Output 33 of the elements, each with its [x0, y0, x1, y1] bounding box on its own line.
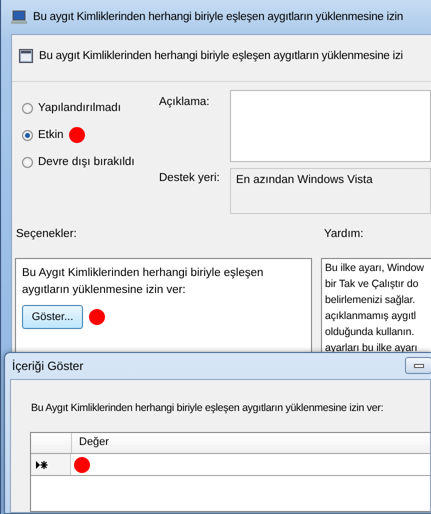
window-title: Bu aygıt Kimliklerinden herhangi biriyle eşleşen aygıtların yüklenmesine izin [33, 11, 404, 23]
column-header[interactable]: Değer [72, 433, 109, 453]
computer-icon [11, 10, 27, 24]
minimize-icon [414, 364, 424, 368]
radio-button[interactable] [22, 156, 33, 168]
marker-dot-icon [89, 309, 105, 325]
help-text-line: olduğunda kullanın. [325, 325, 416, 340]
help-text-line: belirlemenizi sağlar. [325, 293, 416, 308]
dialog-title: İçeriği Göster [12, 359, 84, 373]
new-row-icon [36, 460, 48, 468]
help-label: Yardım: [324, 228, 364, 240]
options-text: Bu Aygıt Kimliklerinden herhangi biriyle eşleşen aygıtların yüklenmesine izin ver: [22, 266, 264, 298]
radio-button[interactable] [22, 102, 33, 114]
radio-label[interactable]: Devre dışı bırakıldı [38, 156, 135, 168]
help-text-line: açıklanmamış aygıtl [325, 309, 417, 324]
help-text-line: bir Tak ve Çalıştır do [325, 277, 420, 292]
options-label: Seçenekler: [16, 228, 77, 240]
marker-dot-icon [74, 456, 90, 472]
radio-label[interactable]: Etkin [38, 129, 64, 141]
radio-label[interactable]: Yapılandırılmadı [38, 102, 121, 114]
marker-dot-icon [68, 127, 85, 143]
policy-icon [19, 49, 33, 63]
supported-on-field: En azından Windows Vista [230, 168, 431, 214]
policy-title: Bu aygıt Kimliklerinden herhangi biriyle eşleşen aygıtların yüklenmesine izi [39, 50, 403, 62]
help-text-line: ayarları bu ilke ayarı [325, 341, 418, 356]
minimize-button[interactable] [405, 357, 431, 374]
radio-button[interactable] [22, 130, 33, 140]
comment-label: Açıklama: [159, 96, 210, 108]
help-text-line: Bu ilke ayarı, Window [325, 261, 425, 276]
dialog-prompt: Bu Aygıt Kimliklerinden herhangi biriyle eşleşen aygıtların yüklenmesine izin ver: [30, 401, 384, 414]
comment-field[interactable] [230, 90, 431, 162]
show-button[interactable]: Göster... [22, 305, 83, 329]
supported-on-label: Destek yeri: [159, 172, 221, 184]
